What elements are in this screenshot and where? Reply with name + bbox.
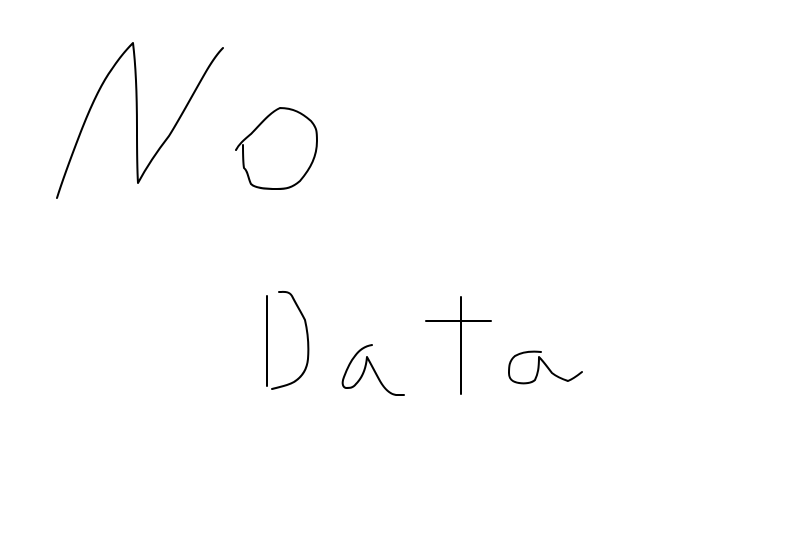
letter-o bbox=[235, 107, 318, 190]
word-no bbox=[56, 42, 318, 199]
drawing-canvas bbox=[56, 42, 583, 396]
letter-a-second bbox=[508, 350, 583, 385]
letter-d-bowl bbox=[271, 290, 310, 390]
letter-a-first bbox=[341, 344, 405, 396]
letter-n bbox=[56, 42, 224, 199]
word-data bbox=[266, 290, 583, 396]
